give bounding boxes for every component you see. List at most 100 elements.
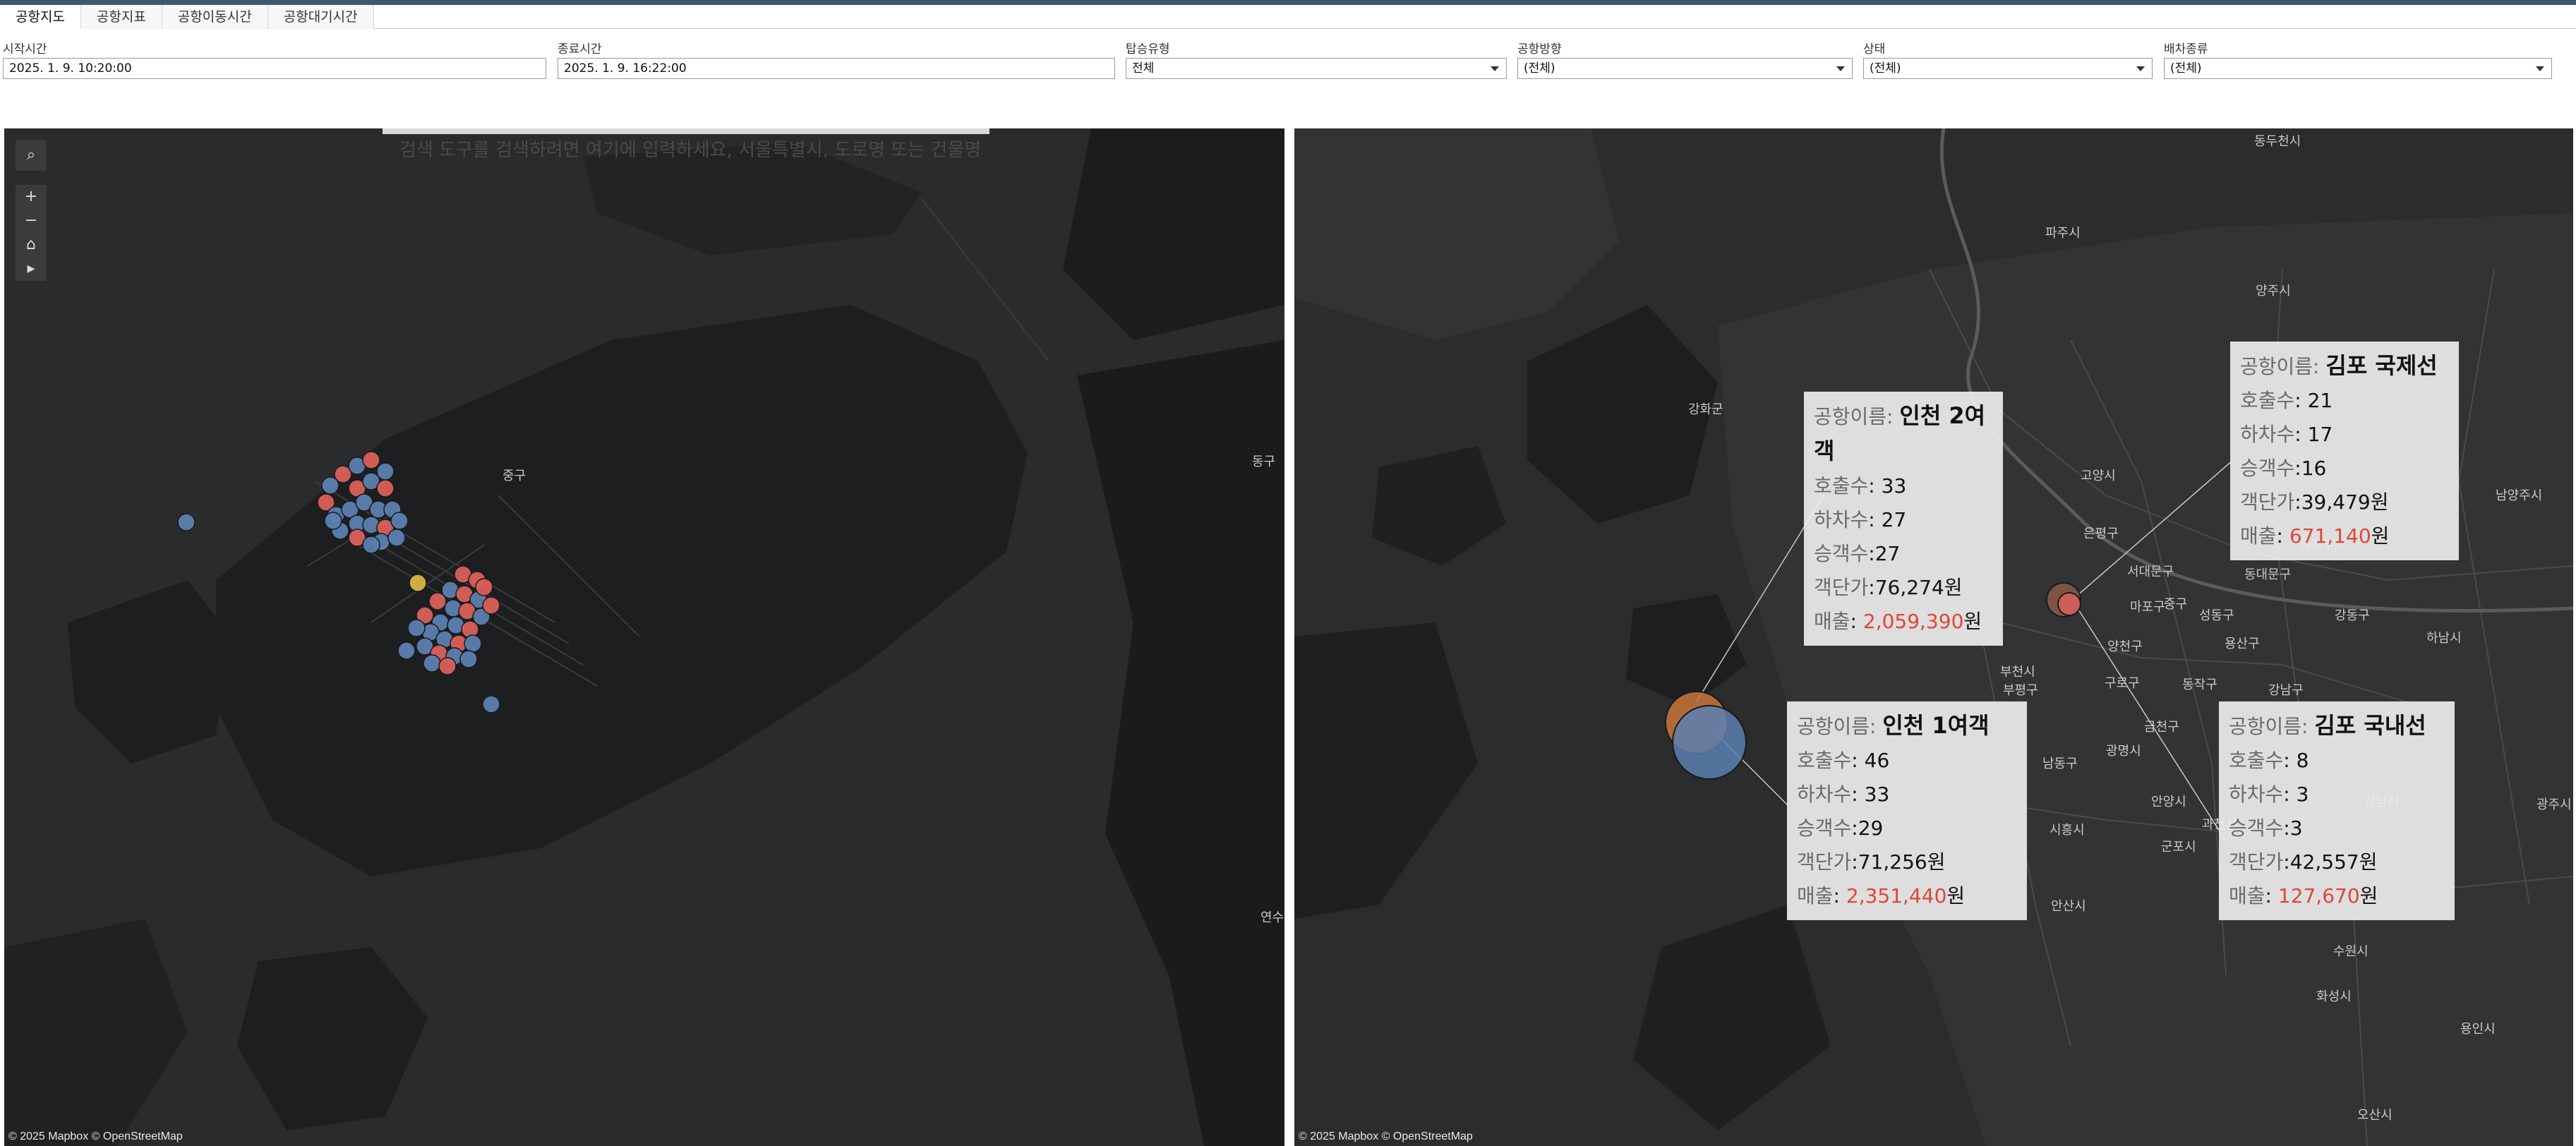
airport-direction-select[interactable]: (전체) (1517, 58, 1853, 79)
right-map-panel[interactable]: 동두천시파주시양주시강화군고양시의정부시남양주시은평구서대문구동대문구마포구중구… (1294, 128, 2573, 1146)
filter-bar: 시작시간 2025. 1. 9. 10:20:00 종료시간 2025. 1. … (0, 41, 2576, 90)
map-point-red[interactable] (362, 451, 380, 469)
start-time-filter: 시작시간 2025. 1. 9. 10:20:00 (3, 41, 546, 79)
top-accent-bar (0, 0, 2576, 5)
airport-name: 인천 1여객 (1882, 712, 1990, 739)
unit-price-value: 76,274원 (1874, 576, 1963, 599)
map-point-red[interactable] (376, 479, 395, 497)
map-point-blue[interactable] (376, 462, 395, 481)
left-map-panel[interactable]: 검색 도구를 검색하려면 여기에 입력하세요, 서울특별시, 도로명 또는 건물… (4, 128, 1284, 1146)
unit-price-value: 71,256원 (1858, 850, 1946, 874)
revenue-value: 2,059,390 (1862, 610, 1964, 633)
left-map-points (177, 451, 500, 713)
dispatch-type-filter: 배차종류 (전체) (2164, 41, 2552, 79)
unit-price-value: 42,557원 (2289, 850, 2378, 874)
status-label: 상태 (1863, 42, 1886, 56)
tooltip-key: 승객수 (1814, 542, 1869, 565)
tooltip-gimpo-domestic: 공항이름: 김포 국내선 호출수: 8 하차수: 3 승객수:3 객단가:42,… (2219, 701, 2455, 920)
map-point-red[interactable] (428, 592, 447, 610)
dropoffs-value: 27 (1881, 508, 1907, 531)
passengers-value: 16 (2301, 457, 2327, 480)
airport-name: 김포 국내선 (2314, 712, 2426, 739)
dashboard-tabs: 공항지도 공항지표 공항이동시간 공항대기시간 (0, 5, 2576, 29)
map-point-blue[interactable] (407, 619, 426, 637)
calls-value: 8 (2296, 749, 2309, 772)
incheon-t1-bubble[interactable] (1672, 705, 1747, 780)
map-point-blue[interactable] (390, 512, 409, 530)
passengers-value: 29 (1858, 816, 1884, 840)
tooltip-key: 객단가 (1797, 850, 1852, 874)
tooltip-key: 매출 (2229, 884, 2265, 907)
status-select[interactable]: (전체) (1863, 58, 2153, 79)
chevron-down-icon (1491, 66, 1499, 71)
calls-value: 21 (2307, 389, 2333, 412)
status-value: (전체) (1870, 61, 1901, 76)
end-time-label: 종료시간 (558, 42, 602, 56)
tooltip-key: 객단가 (1814, 576, 1869, 599)
map-point-blue[interactable] (459, 650, 478, 668)
tooltip-key: 하차수 (2240, 423, 2295, 446)
map-point-blue[interactable] (482, 695, 500, 713)
dropoffs-value: 17 (2307, 423, 2333, 446)
map-point-blue[interactable] (362, 536, 380, 554)
won-unit: 원 (2371, 524, 2390, 548)
airport-direction-filter: 공항방향 (전체) (1517, 41, 1853, 79)
tab-airport-metrics[interactable]: 공항지표 (80, 5, 162, 29)
end-time-filter: 종료시간 2025. 1. 9. 16:22:00 (558, 41, 1115, 79)
map-point-blue[interactable] (464, 634, 482, 653)
boarding-type-select[interactable]: 전체 (1126, 58, 1507, 79)
calls-value: 46 (1864, 749, 1890, 772)
dropoffs-value: 33 (1864, 783, 1890, 806)
tooltip-key: 승객수 (2229, 816, 2284, 840)
tooltip-key: 호출수 (2229, 749, 2284, 772)
map-point-blue[interactable] (423, 654, 441, 672)
map-point-blue[interactable] (324, 512, 342, 530)
revenue-value: 127,670 (2277, 884, 2360, 907)
map-point-blue[interactable] (397, 641, 416, 660)
boarding-type-filter: 탑승유형 전체 (1126, 41, 1507, 79)
tab-airport-wait-time[interactable]: 공항대기시간 (267, 5, 374, 29)
map-attribution: © 2025 Mapbox © OpenStreetMap (8, 1130, 183, 1142)
tooltip-key: 하차수 (2229, 783, 2284, 806)
gimpo-domestic-bubble[interactable] (2057, 592, 2081, 616)
boarding-type-value: 전체 (1132, 61, 1155, 76)
calls-value: 33 (1881, 474, 1907, 497)
map-attribution: © 2025 Mapbox © OpenStreetMap (1299, 1130, 1473, 1142)
tooltip-key: 하차수 (1797, 783, 1852, 806)
won-unit: 원 (1963, 610, 1982, 633)
revenue-value: 671,140 (2289, 524, 2371, 548)
dispatch-type-label: 배차종류 (2164, 42, 2208, 56)
map-point-red[interactable] (438, 657, 457, 675)
tab-airport-map[interactable]: 공항지도 (0, 5, 81, 29)
tooltip-gimpo-intl: 공항이름: 김포 국제선 호출수: 21 하차수: 17 승객수:16 객단가:… (2230, 342, 2459, 560)
tooltip-key: 객단가 (2240, 490, 2295, 514)
dispatch-type-select[interactable]: (전체) (2164, 58, 2552, 79)
tab-airport-travel-time[interactable]: 공항이동시간 (162, 5, 268, 29)
tooltip-key: 매출 (2240, 524, 2277, 548)
chevron-down-icon (2536, 66, 2544, 71)
won-unit: 원 (1946, 884, 1966, 907)
tooltip-key: 매출 (1797, 884, 1834, 907)
map-point-blue[interactable] (177, 513, 195, 531)
tooltip-incheon-t1: 공항이름: 인천 1여객 호출수: 46 하차수: 33 승객수:29 객단가:… (1787, 701, 2027, 920)
tooltip-key: 매출 (1814, 610, 1850, 633)
tooltip-key: 객단가 (2229, 850, 2284, 874)
passengers-value: 27 (1874, 542, 1901, 565)
map-point-red[interactable] (482, 596, 500, 615)
tooltip-key: 호출수 (1814, 474, 1869, 497)
start-time-label: 시작시간 (3, 42, 47, 56)
status-filter: 상태 (전체) (1863, 41, 2153, 79)
map-point-blue[interactable] (387, 529, 406, 547)
won-unit: 원 (2359, 884, 2378, 907)
start-time-input[interactable]: 2025. 1. 9. 10:20:00 (3, 58, 546, 79)
revenue-value: 2,351,440 (1846, 884, 1947, 907)
map-point-yellow[interactable] (409, 574, 427, 592)
dropoffs-value: 3 (2296, 783, 2309, 806)
airport-name: 김포 국제선 (2325, 352, 2438, 379)
tooltip-key: 승객수 (1797, 816, 1852, 840)
passengers-value: 3 (2289, 816, 2303, 840)
map-point-red[interactable] (475, 578, 493, 596)
tooltip-key: 호출수 (1797, 749, 1852, 772)
chevron-down-icon (2136, 66, 2145, 71)
end-time-input[interactable]: 2025. 1. 9. 16:22:00 (558, 58, 1115, 79)
